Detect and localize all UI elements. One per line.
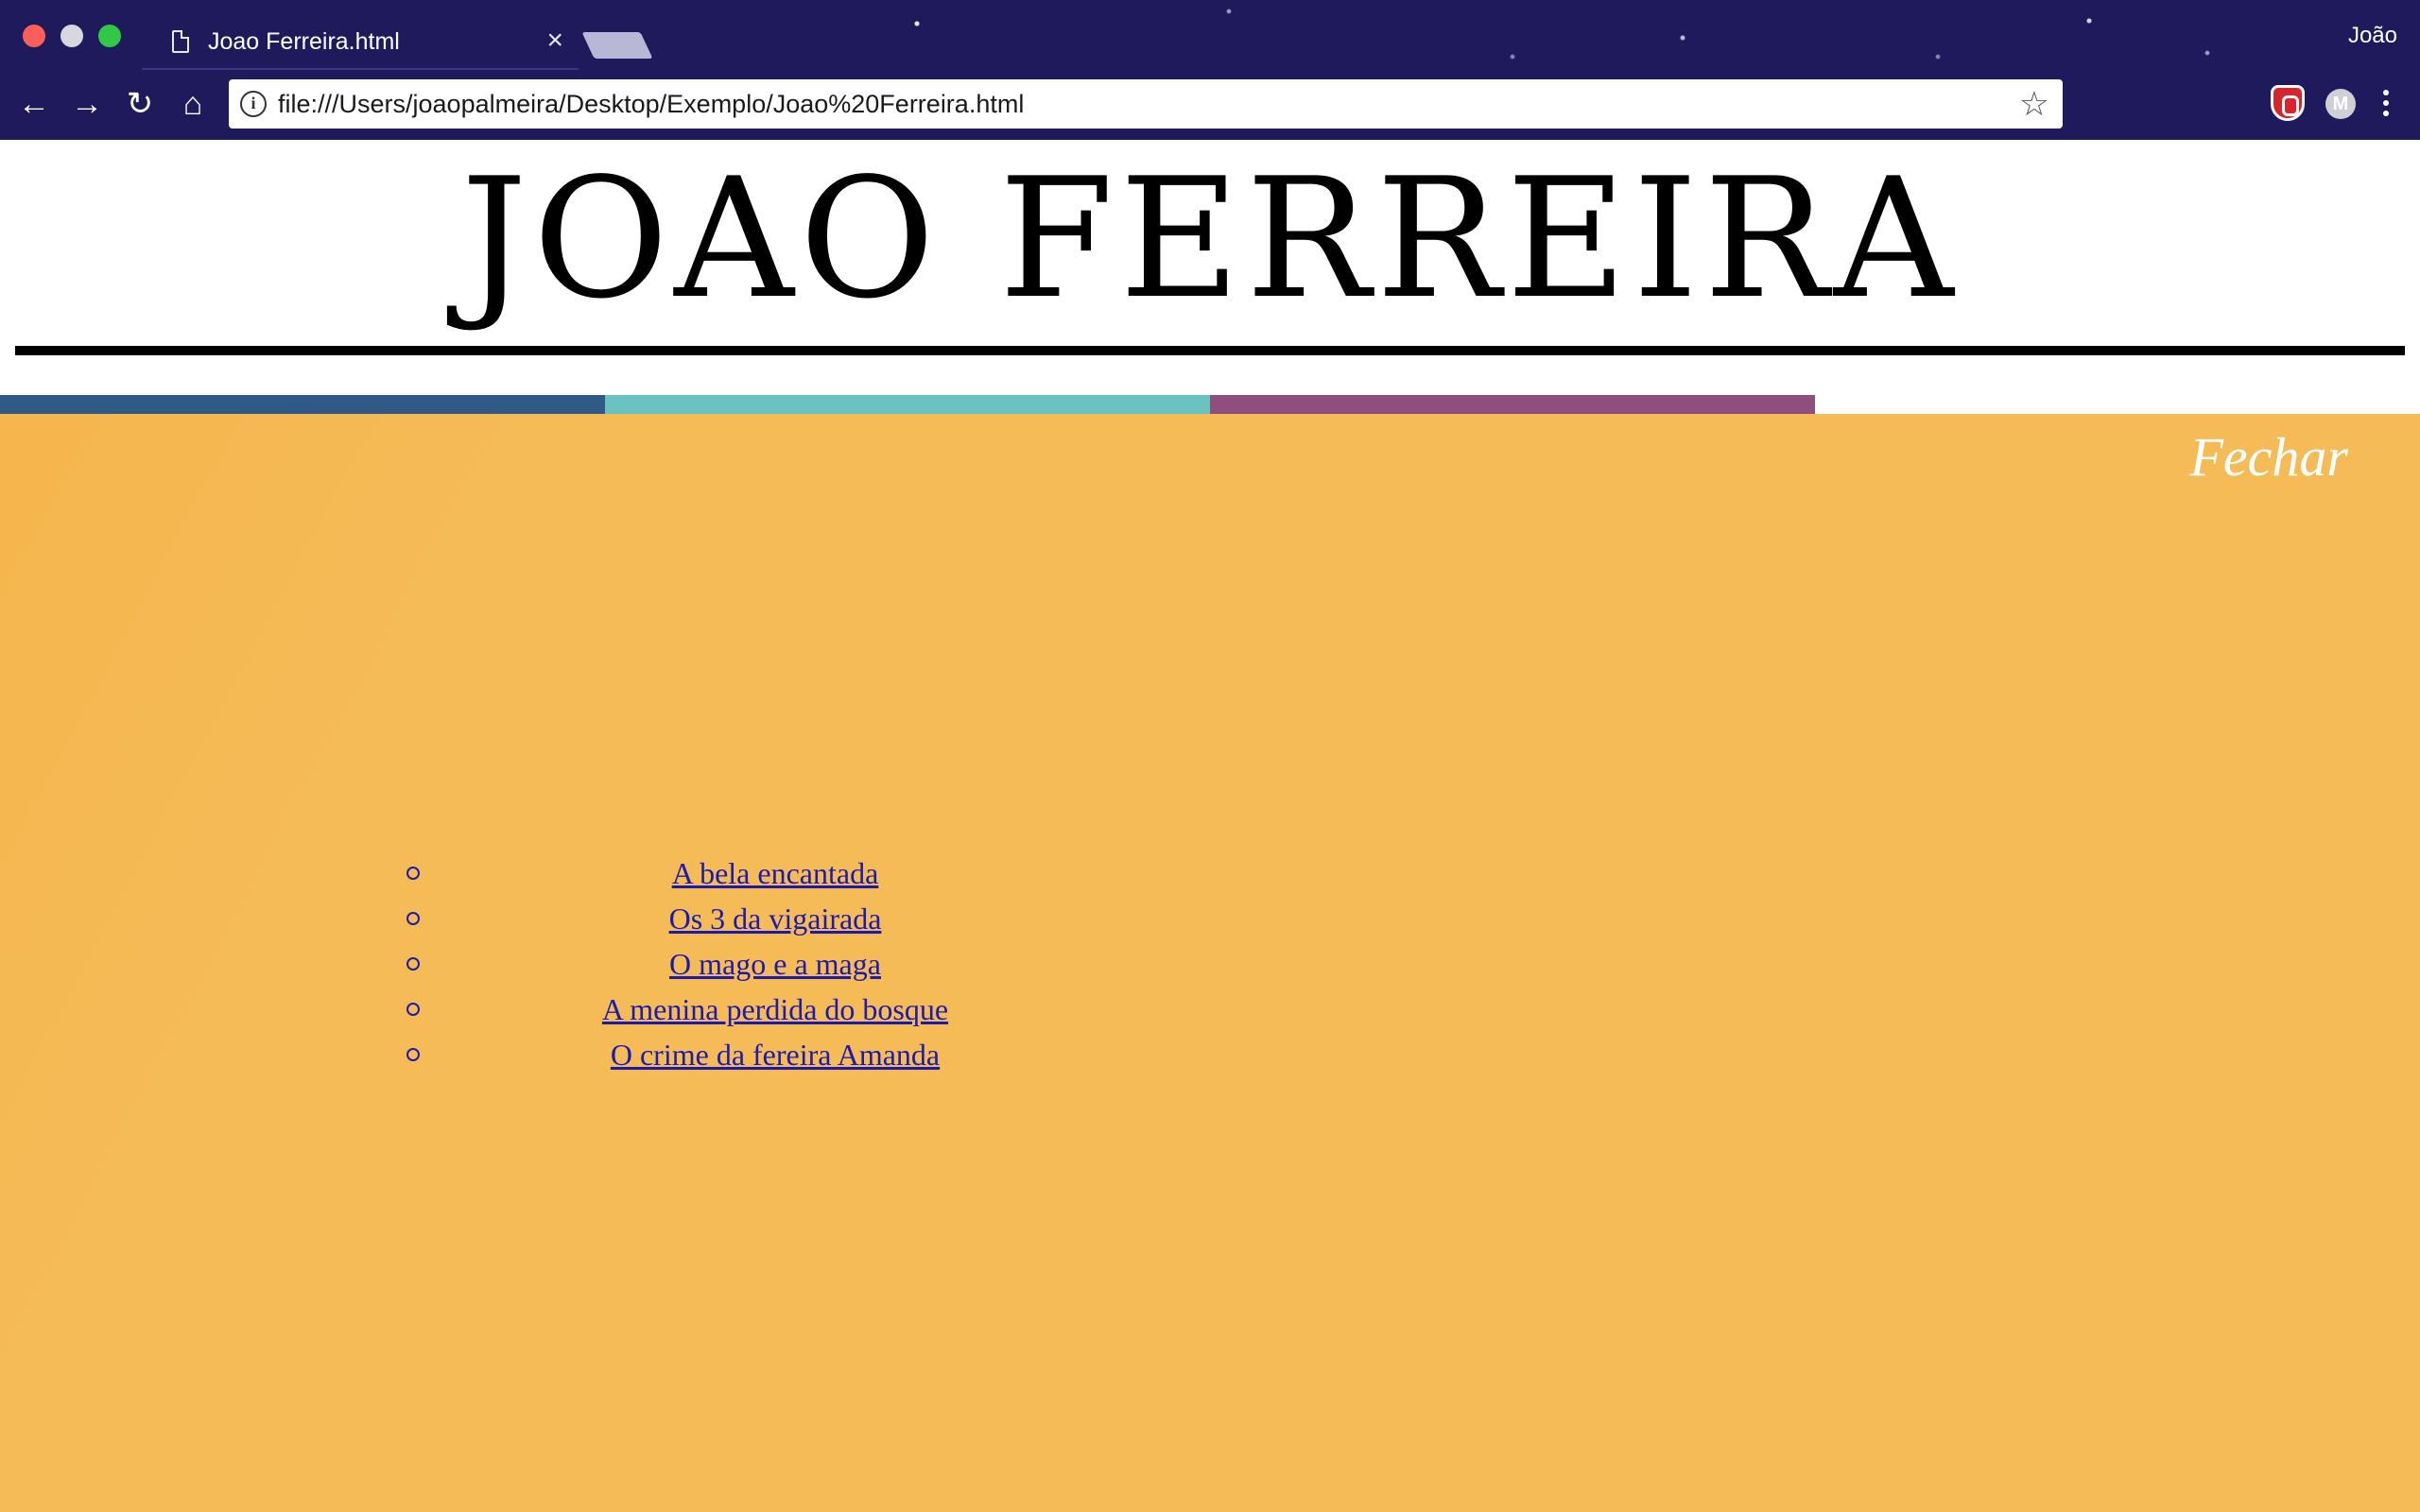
content-panel: Fechar A bela encantada Os 3 da vigairad…	[0, 414, 2420, 1512]
story-link-menina-perdida[interactable]: A menina perdida do bosque	[602, 992, 948, 1026]
file-icon	[172, 30, 189, 53]
list-item: A bela encantada	[397, 850, 1153, 896]
bullet-icon	[406, 867, 420, 880]
bookmark-star-icon[interactable]: ☆	[2019, 84, 2049, 124]
site-header: JOAO FERREIRA	[0, 140, 2420, 414]
back-icon[interactable]: ←	[15, 85, 53, 123]
tab-close-icon[interactable]: ×	[546, 25, 563, 57]
info-icon[interactable]: i	[240, 91, 267, 117]
forward-icon[interactable]: →	[68, 85, 106, 123]
close-link[interactable]: Fechar	[2190, 425, 2349, 489]
new-tab-button[interactable]	[581, 32, 653, 59]
story-link-bela-encantada[interactable]: A bela encantada	[672, 856, 879, 890]
story-link-crime-amanda[interactable]: O crime da fereira Amanda	[611, 1038, 940, 1072]
bullet-icon	[406, 1003, 420, 1016]
browser-tab[interactable]: Joao Ferreira.html ×	[142, 13, 579, 70]
color-bar-blue	[0, 395, 605, 414]
home-icon[interactable]: ⌂	[174, 85, 212, 123]
list-item: O crime da fereira Amanda	[397, 1032, 1153, 1077]
url-text[interactable]: file:///Users/joaopalmeira/Desktop/Exemp…	[278, 90, 1024, 119]
browser-chrome: Joao Ferreira.html × João ← → ↻ ⌂ i file…	[0, 0, 2420, 140]
page-title: JOAO FERREIRA	[460, 144, 1960, 335]
story-link-mago-maga[interactable]: O mago e a maga	[669, 947, 881, 981]
list-item: Os 3 da vigairada	[397, 896, 1153, 941]
ublock-extension-icon[interactable]	[2271, 85, 2305, 121]
m-extension-icon[interactable]: M	[2325, 89, 2356, 119]
story-link-vigairada[interactable]: Os 3 da vigairada	[669, 902, 882, 936]
minimize-window-button[interactable]	[60, 25, 83, 47]
bullet-icon	[406, 957, 420, 971]
reload-icon[interactable]: ↻	[121, 85, 159, 123]
color-bar-purple	[1210, 395, 1815, 414]
bullet-icon	[406, 912, 420, 925]
browser-menu-icon[interactable]	[2375, 87, 2397, 121]
tab-title: Joao Ferreira.html	[208, 28, 400, 55]
address-bar[interactable]: i file:///Users/joaopalmeira/Desktop/Exe…	[229, 79, 2063, 129]
bullet-icon	[406, 1048, 420, 1061]
maximize-window-button[interactable]	[98, 25, 121, 47]
story-list: A bela encantada Os 3 da vigairada O mag…	[397, 850, 1153, 1077]
list-item: A menina perdida do bosque	[397, 987, 1153, 1032]
close-window-button[interactable]	[23, 25, 45, 47]
list-item: O mago e a maga	[397, 941, 1153, 987]
profile-name[interactable]: João	[2348, 23, 2397, 49]
color-bar-teal	[605, 395, 1210, 414]
header-divider	[15, 346, 2405, 355]
